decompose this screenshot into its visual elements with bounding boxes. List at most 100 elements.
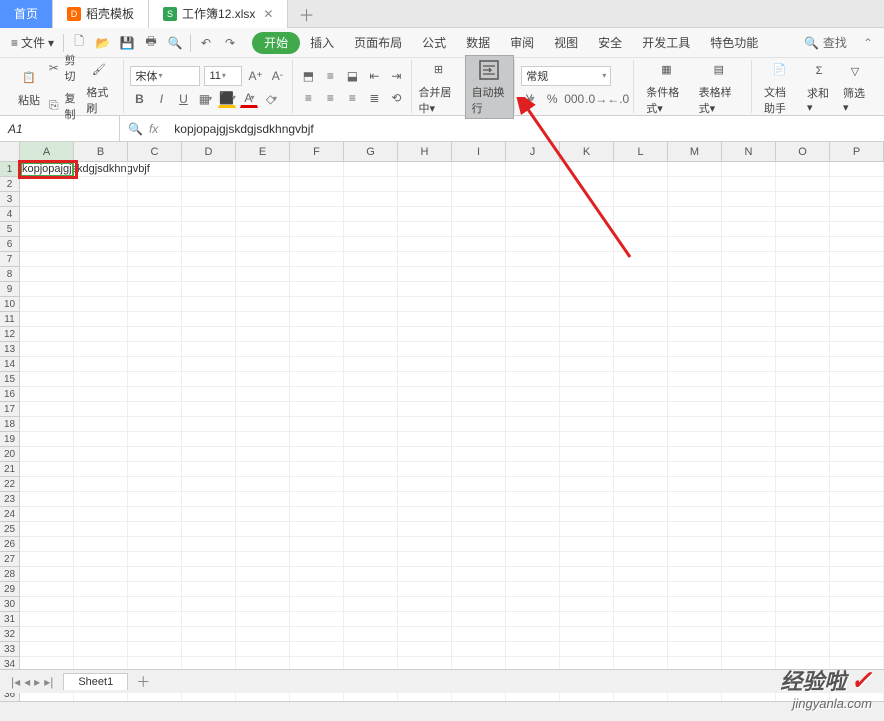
cell[interactable]	[236, 582, 290, 597]
cell[interactable]	[398, 312, 452, 327]
cell[interactable]	[722, 582, 776, 597]
cell[interactable]	[344, 252, 398, 267]
cell[interactable]	[776, 237, 830, 252]
cell[interactable]	[614, 252, 668, 267]
cell[interactable]	[398, 462, 452, 477]
cell[interactable]	[776, 357, 830, 372]
cell[interactable]	[128, 372, 182, 387]
cell[interactable]	[722, 207, 776, 222]
cell[interactable]	[344, 402, 398, 417]
sheet-prev-icon[interactable]: ◂	[24, 675, 30, 689]
cell[interactable]	[128, 162, 182, 177]
cell[interactable]	[182, 237, 236, 252]
cell[interactable]	[290, 267, 344, 282]
cell[interactable]	[344, 567, 398, 582]
cell[interactable]	[74, 327, 128, 342]
cell[interactable]	[614, 582, 668, 597]
cell[interactable]	[668, 357, 722, 372]
cell[interactable]	[20, 492, 74, 507]
cell[interactable]	[452, 432, 506, 447]
cell[interactable]	[20, 447, 74, 462]
row-header[interactable]: 4	[0, 207, 19, 222]
cell[interactable]	[506, 252, 560, 267]
cell[interactable]	[290, 417, 344, 432]
cell[interactable]	[344, 417, 398, 432]
cell[interactable]	[722, 462, 776, 477]
cell[interactable]	[20, 282, 74, 297]
cell[interactable]	[722, 522, 776, 537]
cell[interactable]	[128, 462, 182, 477]
ribbon-tab-devtools[interactable]: 开发工具	[632, 28, 700, 58]
distribute-icon[interactable]: ≣	[365, 89, 383, 107]
cell[interactable]	[722, 627, 776, 642]
cell[interactable]	[668, 177, 722, 192]
cell[interactable]	[182, 492, 236, 507]
cell[interactable]	[776, 582, 830, 597]
row-header[interactable]: 13	[0, 342, 19, 357]
cell[interactable]	[128, 222, 182, 237]
cell[interactable]	[128, 342, 182, 357]
cell[interactable]	[776, 642, 830, 657]
italic-button[interactable]: I	[152, 90, 170, 108]
cell[interactable]	[344, 207, 398, 222]
cell[interactable]	[74, 342, 128, 357]
cell[interactable]	[344, 177, 398, 192]
cell[interactable]	[182, 552, 236, 567]
cell[interactable]	[398, 402, 452, 417]
cell[interactable]	[830, 237, 884, 252]
cell[interactable]	[344, 327, 398, 342]
indent-decrease-icon[interactable]: ⇤	[365, 67, 383, 85]
cell[interactable]	[74, 282, 128, 297]
cell[interactable]	[830, 207, 884, 222]
cell[interactable]	[830, 522, 884, 537]
cell[interactable]	[290, 627, 344, 642]
cell[interactable]	[236, 417, 290, 432]
cell[interactable]	[506, 552, 560, 567]
cell[interactable]	[776, 417, 830, 432]
cell[interactable]	[668, 567, 722, 582]
row-header[interactable]: 3	[0, 192, 19, 207]
cell[interactable]	[128, 282, 182, 297]
cell[interactable]	[182, 342, 236, 357]
cell[interactable]	[344, 342, 398, 357]
cell[interactable]	[128, 297, 182, 312]
cell[interactable]	[668, 402, 722, 417]
cell[interactable]	[20, 477, 74, 492]
cell[interactable]	[236, 282, 290, 297]
cell[interactable]	[290, 387, 344, 402]
cell[interactable]	[128, 582, 182, 597]
cell[interactable]	[776, 387, 830, 402]
cell[interactable]	[614, 312, 668, 327]
cell[interactable]	[128, 357, 182, 372]
cell[interactable]	[344, 282, 398, 297]
cell[interactable]	[506, 162, 560, 177]
cell[interactable]	[398, 477, 452, 492]
cell[interactable]	[20, 567, 74, 582]
cell[interactable]	[20, 522, 74, 537]
currency-icon[interactable]: ¥▾	[521, 90, 539, 108]
row-header[interactable]: 11	[0, 312, 19, 327]
cell[interactable]	[668, 597, 722, 612]
cell[interactable]	[290, 582, 344, 597]
cell[interactable]	[560, 162, 614, 177]
col-header-O[interactable]: O	[776, 142, 830, 161]
cell[interactable]	[668, 432, 722, 447]
align-left-icon[interactable]: ≡	[299, 89, 317, 107]
cell[interactable]	[668, 372, 722, 387]
cell[interactable]	[830, 327, 884, 342]
cell[interactable]	[776, 537, 830, 552]
cell[interactable]	[452, 597, 506, 612]
cell[interactable]	[452, 192, 506, 207]
cell[interactable]	[182, 282, 236, 297]
cell[interactable]	[236, 597, 290, 612]
cell[interactable]	[74, 627, 128, 642]
cell[interactable]	[560, 387, 614, 402]
cell[interactable]	[452, 342, 506, 357]
cell[interactable]	[560, 597, 614, 612]
cell[interactable]	[20, 252, 74, 267]
row-header[interactable]: 16	[0, 387, 19, 402]
cell[interactable]	[722, 432, 776, 447]
cell[interactable]	[830, 537, 884, 552]
ribbon-tab-data[interactable]: 数据	[456, 28, 500, 58]
cell[interactable]	[236, 372, 290, 387]
